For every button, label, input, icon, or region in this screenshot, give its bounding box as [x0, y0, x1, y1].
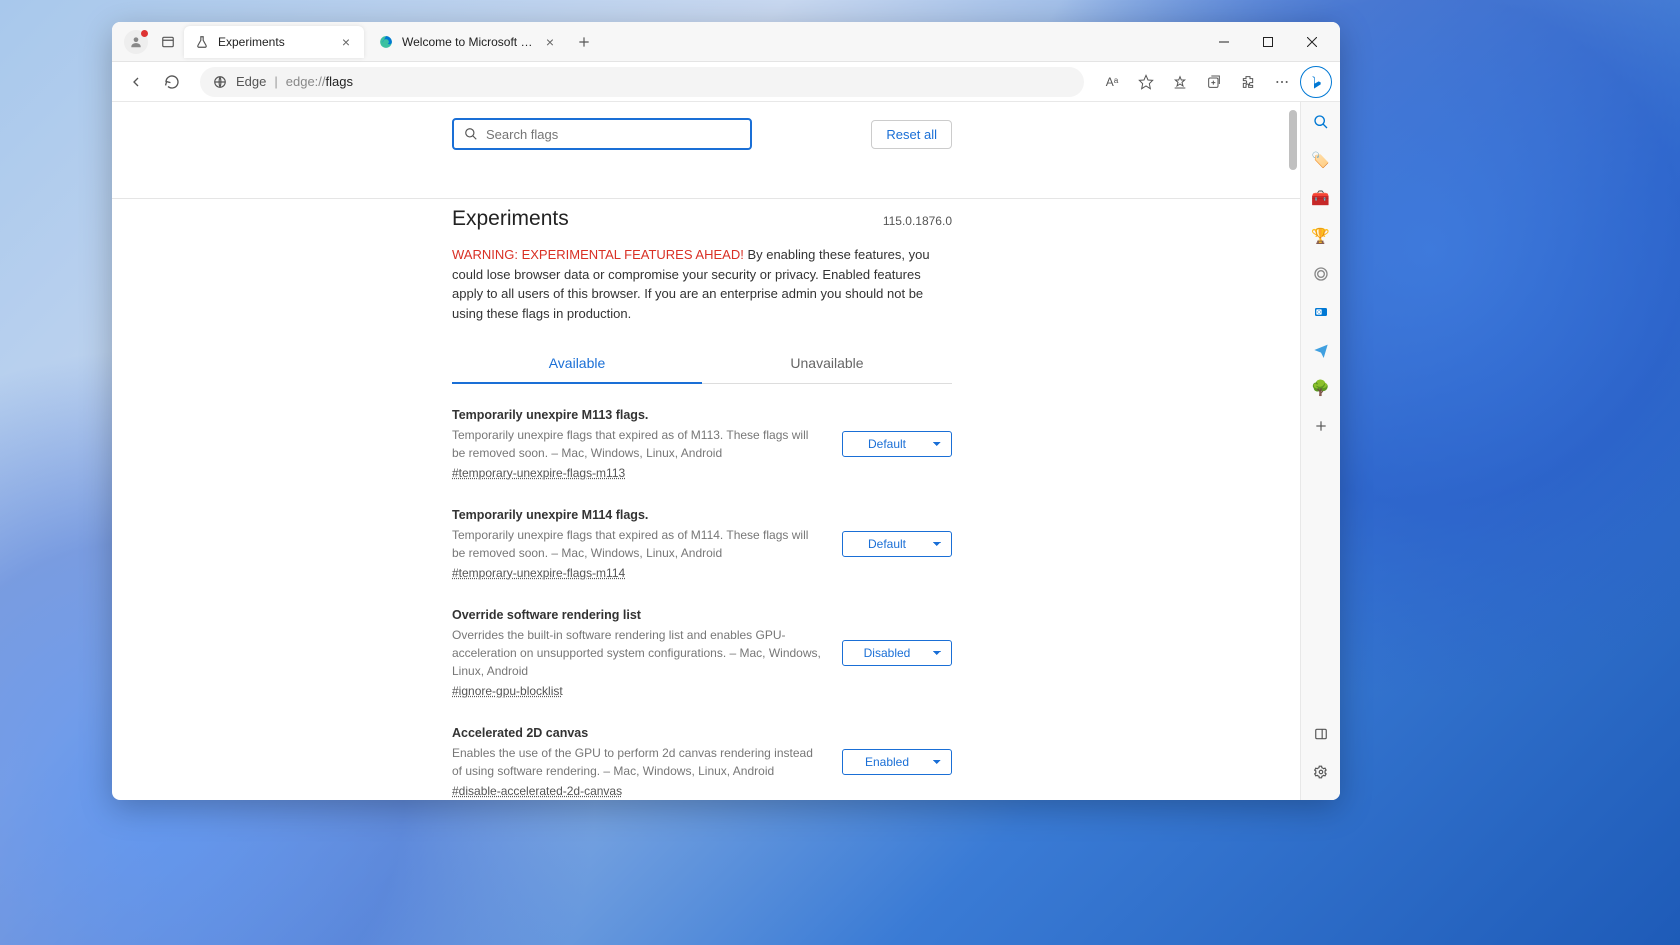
flag-description: Enables the use of the GPU to perform 2d…	[452, 744, 822, 780]
flags-list: Temporarily unexpire M113 flags. Temporar…	[452, 408, 952, 800]
profile-badge[interactable]	[124, 30, 148, 54]
sidebar-add-icon[interactable]	[1309, 414, 1333, 438]
site-info-icon[interactable]	[212, 74, 228, 90]
sidebar-tree-icon[interactable]: 🌳	[1309, 376, 1333, 400]
window-controls	[1202, 26, 1334, 58]
flag-anchor-link[interactable]: #ignore-gpu-blocklist	[452, 684, 822, 698]
flag-state-select[interactable]: DefaultEnabledDisabled	[842, 531, 952, 557]
sidebar-tools-icon[interactable]: 🧰	[1309, 186, 1333, 210]
svg-text:O: O	[1317, 309, 1321, 314]
read-aloud-button[interactable]: Aᵃ	[1096, 66, 1128, 98]
refresh-button[interactable]	[156, 66, 188, 98]
reset-all-button[interactable]: Reset all	[871, 120, 952, 149]
flag-row: Temporarily unexpire M114 flags. Temporar…	[452, 508, 952, 580]
search-icon	[464, 127, 478, 141]
page-content: Reset all Experiments 115.0.1876.0 WARNI…	[112, 102, 1300, 800]
url-scheme: edge://	[286, 74, 326, 89]
sidebar-office-icon[interactable]	[1309, 262, 1333, 286]
sidebar-send-icon[interactable]	[1309, 338, 1333, 362]
tab-available[interactable]: Available	[452, 343, 702, 383]
warning-label: WARNING: EXPERIMENTAL FEATURES AHEAD!	[452, 247, 744, 262]
sidebar-search-icon[interactable]	[1309, 110, 1333, 134]
search-flags-input[interactable]	[486, 127, 740, 142]
flag-anchor-link[interactable]: #temporary-unexpire-flags-m113	[452, 466, 822, 480]
tab-strip: Experiments × Welcome to Microsoft Edge …	[112, 22, 1340, 62]
maximize-button[interactable]	[1246, 26, 1290, 58]
menu-button[interactable]	[1266, 66, 1298, 98]
url-path: flags	[326, 74, 353, 89]
flask-icon	[194, 34, 210, 50]
browser-window: Experiments × Welcome to Microsoft Edge …	[112, 22, 1340, 800]
collections-button[interactable]	[1198, 66, 1230, 98]
search-flags-input-wrap	[452, 118, 752, 150]
back-button[interactable]	[120, 66, 152, 98]
flag-title: Temporarily unexpire M113 flags.	[452, 408, 822, 422]
tab-experiments[interactable]: Experiments ×	[184, 26, 364, 58]
edge-sidebar: 🏷️ 🧰 🏆 O 🌳	[1300, 102, 1340, 800]
edge-icon	[378, 34, 394, 50]
tab-label: Welcome to Microsoft Edge Ca…	[402, 35, 534, 49]
tab-welcome[interactable]: Welcome to Microsoft Edge Ca… ×	[368, 26, 568, 58]
flag-state-select[interactable]: DefaultEnabledDisabled	[842, 431, 952, 457]
sidebar-shopping-icon[interactable]: 🏷️	[1309, 148, 1333, 172]
version-label: 115.0.1876.0	[883, 214, 952, 228]
close-window-button[interactable]	[1290, 26, 1334, 58]
address-divider: |	[274, 74, 277, 89]
sidebar-settings-icon[interactable]	[1309, 760, 1333, 784]
new-tab-button[interactable]	[570, 28, 598, 56]
favorite-button[interactable]	[1130, 66, 1162, 98]
close-icon[interactable]: ×	[338, 34, 354, 50]
minimize-button[interactable]	[1202, 26, 1246, 58]
scrollbar[interactable]	[1286, 102, 1300, 800]
content-area: Reset all Experiments 115.0.1876.0 WARNI…	[112, 102, 1340, 800]
sidebar-split-icon[interactable]	[1309, 722, 1333, 746]
flag-row: Override software rendering list Override…	[452, 608, 952, 698]
close-icon[interactable]: ×	[542, 34, 558, 50]
flag-title: Accelerated 2D canvas	[452, 726, 822, 740]
flag-row: Accelerated 2D canvas Enables the use of …	[452, 726, 952, 798]
site-label: Edge	[236, 74, 266, 89]
toolbar: Edge | edge://flags Aᵃ	[112, 62, 1340, 102]
flag-title: Override software rendering list	[452, 608, 822, 622]
flag-title: Temporarily unexpire M114 flags.	[452, 508, 822, 522]
flag-anchor-link[interactable]: #disable-accelerated-2d-canvas	[452, 784, 822, 798]
address-bar[interactable]: Edge | edge://flags	[200, 67, 1084, 97]
sidebar-outlook-icon[interactable]: O	[1309, 300, 1333, 324]
flag-row: Temporarily unexpire M113 flags. Temporar…	[452, 408, 952, 480]
favorites-bar-button[interactable]	[1164, 66, 1196, 98]
page-title: Experiments	[452, 207, 569, 231]
flag-description: Temporarily unexpire flags that expired …	[452, 426, 822, 462]
bing-chat-button[interactable]	[1300, 66, 1332, 98]
tab-unavailable[interactable]: Unavailable	[702, 343, 952, 383]
tab-actions-icon[interactable]	[154, 28, 182, 56]
flag-state-select[interactable]: DefaultEnabledDisabled	[842, 749, 952, 775]
flag-description: Temporarily unexpire flags that expired …	[452, 526, 822, 562]
flag-tabs: Available Unavailable	[452, 343, 952, 384]
flag-state-select[interactable]: DefaultEnabledDisabled	[842, 640, 952, 666]
flag-anchor-link[interactable]: #temporary-unexpire-flags-m114	[452, 566, 822, 580]
warning-text: WARNING: EXPERIMENTAL FEATURES AHEAD! By…	[452, 245, 952, 323]
extensions-button[interactable]	[1232, 66, 1264, 98]
flag-description: Overrides the built-in software renderin…	[452, 626, 822, 680]
tab-label: Experiments	[218, 35, 330, 49]
sidebar-games-icon[interactable]: 🏆	[1309, 224, 1333, 248]
